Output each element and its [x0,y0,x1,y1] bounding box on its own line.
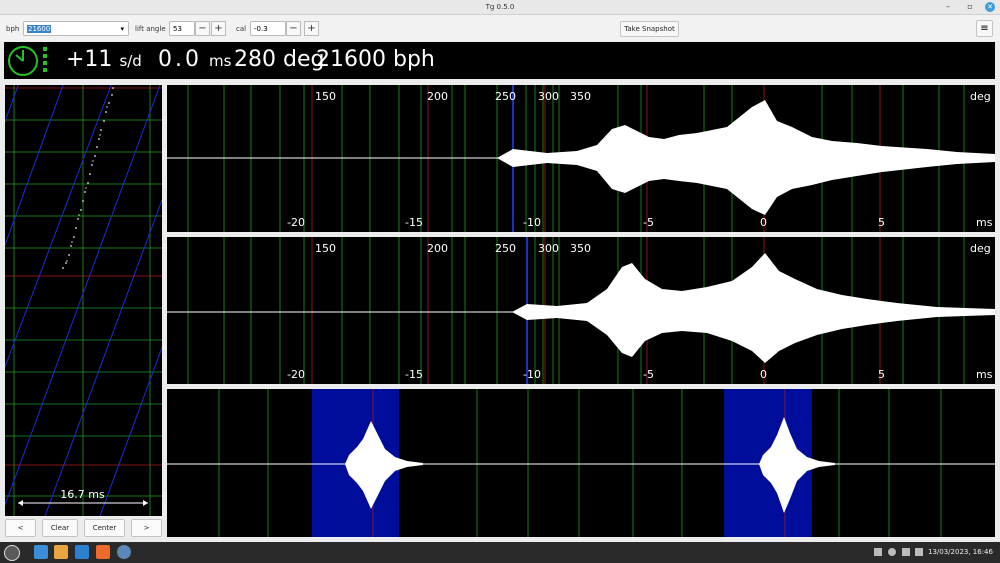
amplitude-readout: 280 deg [234,48,324,72]
bph-readout-value: 21600 [316,47,386,72]
beat-error-value: 0.0 [158,47,202,72]
cal-input[interactable]: -0.3 [250,21,286,36]
rate-value: +11 [66,47,113,72]
deg-tick-3b: 250 [495,242,516,255]
mail-icon[interactable] [75,545,89,559]
minimize-button[interactable]: – [943,2,953,12]
deg-tick-5b: 350 [570,242,591,255]
desktop-icon[interactable] [34,545,48,559]
ms-tick-6b: 5 [878,368,885,381]
window-title: Tg 0.5.0 [485,3,515,11]
center-button[interactable]: Center [84,519,125,537]
bph-readout-unit: bph [393,47,435,72]
browser-icon[interactable] [96,545,110,559]
deg-tick-2b: 200 [427,242,448,255]
ms-tick-1b: -20 [287,368,305,381]
lift-angle-increment-button[interactable]: + [211,21,226,36]
folder-icon[interactable] [54,545,68,559]
volume-icon[interactable] [915,548,923,556]
cal-increment-button[interactable]: + [304,21,319,36]
scroll-right-button[interactable]: > [131,519,162,537]
ms-tick-4: -5 [643,216,654,229]
period-scope [167,389,995,537]
bph-label: bph [6,25,20,33]
paperstrip-panel[interactable] [0,74,186,517]
lift-angle-decrement-button[interactable]: − [195,21,210,36]
lift-angle-label: lift angle [135,25,166,33]
deg-unit-label: deg [970,90,991,103]
network-icon[interactable] [902,548,910,556]
tic-scope [167,85,995,232]
beat-error-unit: ms [209,52,232,70]
span-label: 16.7 ms [60,488,105,501]
period-scope-graph [167,389,995,537]
ms-tick-2b: -15 [405,368,423,381]
deg-tick-5: 350 [570,90,591,103]
taskbar-clock[interactable]: 13/03/2023, 16:46 [928,542,993,563]
span-arrow-right [143,500,148,506]
ms-tick-4b: -5 [643,368,654,381]
lift-angle-input[interactable]: 53 [169,21,195,36]
clear-button[interactable]: Clear [42,519,78,537]
toc-scope [167,237,995,384]
tic-waveform [497,100,995,215]
ms-tick-3: -10 [523,216,541,229]
ms-tick-5: 0 [760,216,767,229]
ms-tick-6: 5 [878,216,885,229]
signal-clock-icon [8,46,47,76]
close-button[interactable]: ✕ [985,2,995,12]
paperstrip-trace [62,87,114,269]
paperstrip-horizontal-grid [5,119,162,497]
start-menu-icon[interactable] [4,545,20,561]
deg-tick-1b: 150 [315,242,336,255]
menu-button[interactable]: ≡ [976,20,993,37]
status-panel [4,42,995,79]
chevron-down-icon: ▾ [120,25,124,33]
ms-tick-3b: -10 [523,368,541,381]
deg-tick-4: 300 [538,90,559,103]
ms-unit-label-b: ms [976,368,993,381]
tic-scope-graph [167,85,995,232]
toc-scope-graph [167,237,995,384]
paperstrip-graph [0,74,186,517]
beat-error-readout: 0.0 ms [158,48,231,73]
scroll-left-button[interactable]: < [5,519,36,537]
taskbar [0,542,1000,563]
toc-waveform [512,253,995,363]
ms-tick-2: -15 [405,216,423,229]
rate-readout: +11 s/d [66,48,142,73]
deg-tick-2: 200 [427,90,448,103]
cal-decrement-button[interactable]: − [286,21,301,36]
ms-unit-label: ms [976,216,993,229]
paperstrip-vertical-grid [13,85,151,516]
tg-app-icon[interactable] [117,545,131,559]
bph-combobox[interactable]: 21600 ▾ [23,21,129,36]
take-snapshot-button[interactable]: Take Snapshot [620,21,679,37]
deg-tick-1: 150 [315,90,336,103]
close-icon: ✕ [987,3,993,11]
amplitude-value: 280 [234,47,276,72]
deg-tick-3: 250 [495,90,516,103]
hamburger-icon: ≡ [980,23,989,34]
span-arrow-left [18,500,23,506]
deg-unit-label-b: deg [970,242,991,255]
ms-tick-1: -20 [287,216,305,229]
location-icon[interactable] [888,548,896,556]
paperstrip-diagonals [0,74,186,517]
bph-readout: 21600 bph [316,48,435,72]
shield-icon[interactable] [874,548,882,556]
maximize-button[interactable]: ▫ [965,2,975,12]
bph-value: 21600 [27,25,52,33]
deg-tick-4b: 300 [538,242,559,255]
ms-tick-5b: 0 [760,368,767,381]
rate-unit: s/d [119,52,142,70]
cal-label: cal [236,25,247,33]
